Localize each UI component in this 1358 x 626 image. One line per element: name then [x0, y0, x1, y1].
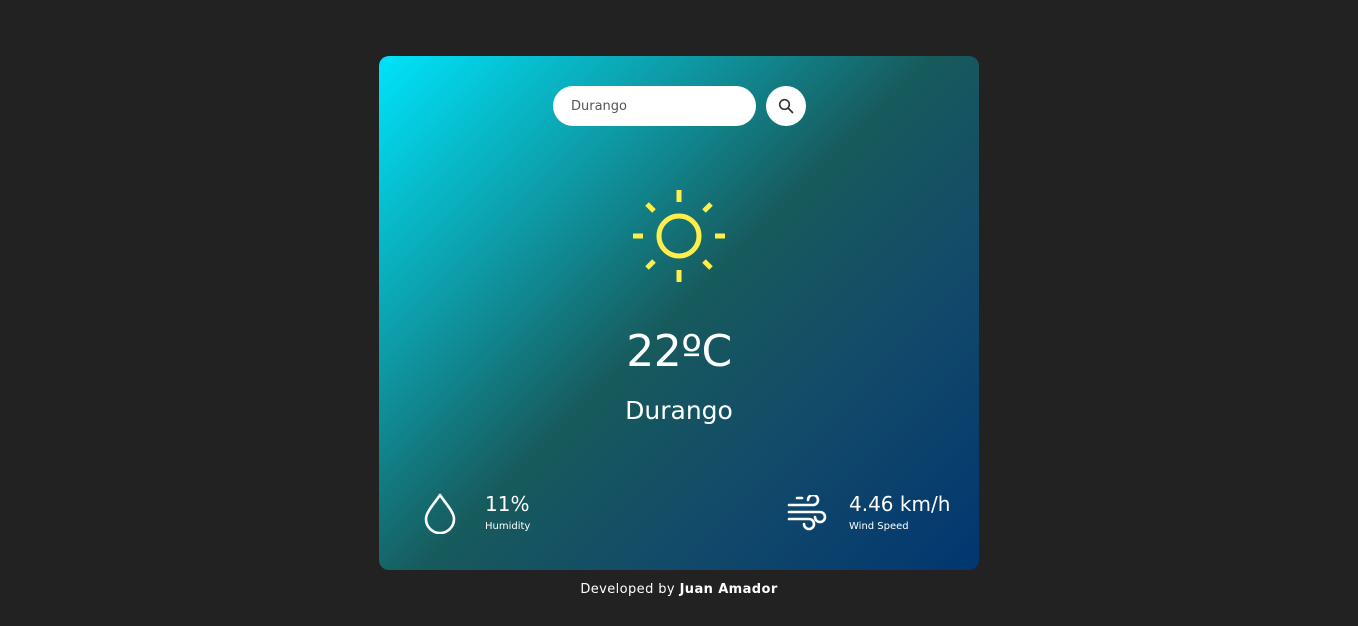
temperature: 22ºC — [626, 326, 732, 377]
search-input[interactable] — [553, 86, 756, 126]
humidity-detail: 11% Humidity — [423, 492, 530, 534]
wind-speed-value: 4.46 km/h — [849, 492, 951, 516]
footer: Developed by Juan Amador — [0, 582, 1358, 597]
wind-detail: 4.46 km/h Wind Speed — [787, 492, 950, 534]
humidity-value: 11% — [485, 492, 530, 516]
weather-card: 22ºC Durango 11% Humidity 4.46 km/h — [379, 56, 979, 570]
search-button[interactable] — [766, 86, 806, 126]
water-drop-icon — [423, 492, 457, 534]
footer-prefix: Developed by — [580, 582, 676, 597]
search-icon — [778, 98, 794, 114]
city-name: Durango — [625, 396, 733, 425]
sun-icon — [633, 190, 725, 282]
wind-icon — [787, 495, 829, 531]
wind-speed-label: Wind Speed — [849, 521, 909, 532]
search-bar — [553, 86, 806, 126]
humidity-label: Humidity — [485, 521, 531, 532]
footer-author: Juan Amador — [679, 582, 778, 597]
